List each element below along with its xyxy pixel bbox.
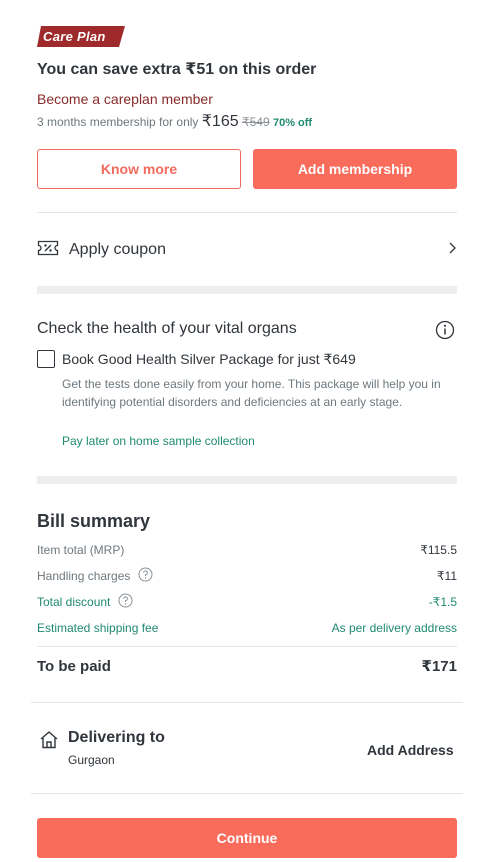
chevron-right-icon bbox=[447, 241, 457, 260]
add-membership-button[interactable]: Add membership bbox=[253, 149, 457, 189]
info-icon[interactable] bbox=[435, 320, 455, 345]
apply-coupon-row[interactable]: Apply coupon bbox=[37, 236, 457, 264]
help-icon[interactable] bbox=[138, 567, 153, 585]
bill-row-value: ₹11 bbox=[436, 569, 457, 583]
to-be-paid-label: To be paid bbox=[37, 657, 111, 675]
package-label[interactable]: Book Good Health Silver Package for just… bbox=[62, 351, 356, 368]
care-plan-savings-title: You can save extra ₹51 on this order bbox=[37, 61, 317, 78]
to-be-paid-row: To be paid ₹171 bbox=[37, 656, 457, 676]
section-separator bbox=[37, 476, 457, 484]
care-plan-badge-text: Care Plan bbox=[43, 29, 106, 44]
bill-row-discount: Total discount -₹1.5 bbox=[37, 593, 457, 611]
vital-organs-title: Check the health of your vital organs bbox=[37, 320, 297, 337]
package-description: Get the tests done easily from your home… bbox=[62, 377, 441, 409]
delivering-to-title: Delivering to bbox=[68, 729, 165, 746]
know-more-button[interactable]: Know more bbox=[37, 149, 241, 189]
membership-prefix: 3 months membership for only bbox=[37, 115, 199, 129]
bill-row-label: Estimated shipping fee bbox=[37, 621, 159, 635]
bill-row-shipping: Estimated shipping fee As per delivery a… bbox=[37, 619, 457, 637]
bill-row-label: Item total (MRP) bbox=[37, 543, 125, 557]
divider bbox=[31, 702, 463, 703]
membership-price-line: 3 months membership for only ₹165 ₹549 7… bbox=[37, 111, 312, 131]
care-plan-badge: Care Plan bbox=[37, 26, 125, 47]
membership-discount: 70% off bbox=[272, 117, 313, 129]
package-checkbox[interactable] bbox=[37, 350, 55, 368]
bill-row-handling: Handling charges ₹11 bbox=[37, 567, 457, 585]
membership-mrp: ₹549 bbox=[241, 115, 270, 129]
bill-row-label: Handling charges bbox=[37, 569, 131, 583]
bill-row-item-total: Item total (MRP) ₹115.5 bbox=[37, 541, 457, 559]
bill-summary-title: Bill summary bbox=[37, 511, 151, 531]
pay-later-note: Pay later on home sample collection bbox=[62, 434, 255, 448]
section-separator bbox=[37, 286, 457, 294]
add-address-button[interactable]: Add Address bbox=[367, 742, 454, 758]
divider bbox=[37, 646, 457, 647]
divider bbox=[31, 793, 463, 794]
divider bbox=[37, 212, 457, 213]
bill-row-value: As per delivery address bbox=[331, 621, 457, 635]
apply-coupon-label: Apply coupon bbox=[69, 241, 166, 258]
continue-button[interactable]: Continue bbox=[37, 818, 457, 858]
coupon-icon bbox=[37, 240, 59, 261]
delivery-city: Gurgaon bbox=[68, 753, 115, 767]
help-icon[interactable] bbox=[118, 593, 133, 611]
to-be-paid-value: ₹171 bbox=[421, 658, 457, 675]
membership-price: ₹165 bbox=[201, 113, 239, 130]
bill-row-label: Total discount bbox=[37, 595, 111, 609]
become-member-text: Become a careplan member bbox=[37, 91, 213, 107]
bill-row-value: ₹115.5 bbox=[420, 543, 457, 557]
home-icon bbox=[39, 730, 59, 755]
bill-row-value: -₹1.5 bbox=[428, 595, 457, 609]
